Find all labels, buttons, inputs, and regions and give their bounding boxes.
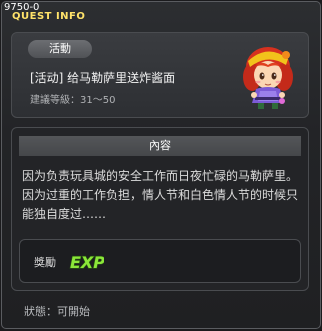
reward-label: 獎勵 (34, 256, 56, 269)
quest-description: 因为负责玩具城的安全工作而日夜忙碌的马勒萨里。因为过重的工作负担，情人节和白色情… (22, 169, 299, 221)
level-label: 建議等級： (30, 95, 80, 106)
status-label: 狀態： (24, 305, 57, 318)
content-header: 內容 (19, 136, 301, 156)
quest-header-panel: 活動 [活动] 给马勒萨里送炸酱面 建議等級：31～50 (11, 32, 309, 118)
content-panel: 內容 因为负责玩具城的安全工作而日夜忙碌的马勒萨里。因为过重的工作负担，情人节和… (11, 127, 309, 291)
quest-status: 狀態：可開始 (24, 303, 90, 319)
recommended-level: 建議等級：31～50 (30, 91, 115, 106)
level-range: 31～50 (80, 95, 116, 106)
exp-reward-icon[interactable]: EXP (68, 248, 104, 274)
reward-panel: 獎勵 EXP (19, 239, 301, 283)
npc-portrait-icon (243, 47, 293, 109)
title-bar[interactable]: 9750-0 QUEST INFO (2, 2, 320, 24)
quest-info-window: 9750-0 QUEST INFO 活動 [活动] 给马勒萨里送炸酱面 建議等級… (1, 1, 321, 329)
category-badge: 活動 (28, 40, 92, 58)
status-value: 可開始 (57, 305, 90, 318)
quest-name: [活动] 给马勒萨里送炸酱面 (30, 71, 176, 85)
exp-icon-text: EXP (70, 253, 104, 272)
window-title: QUEST INFO (12, 11, 86, 22)
